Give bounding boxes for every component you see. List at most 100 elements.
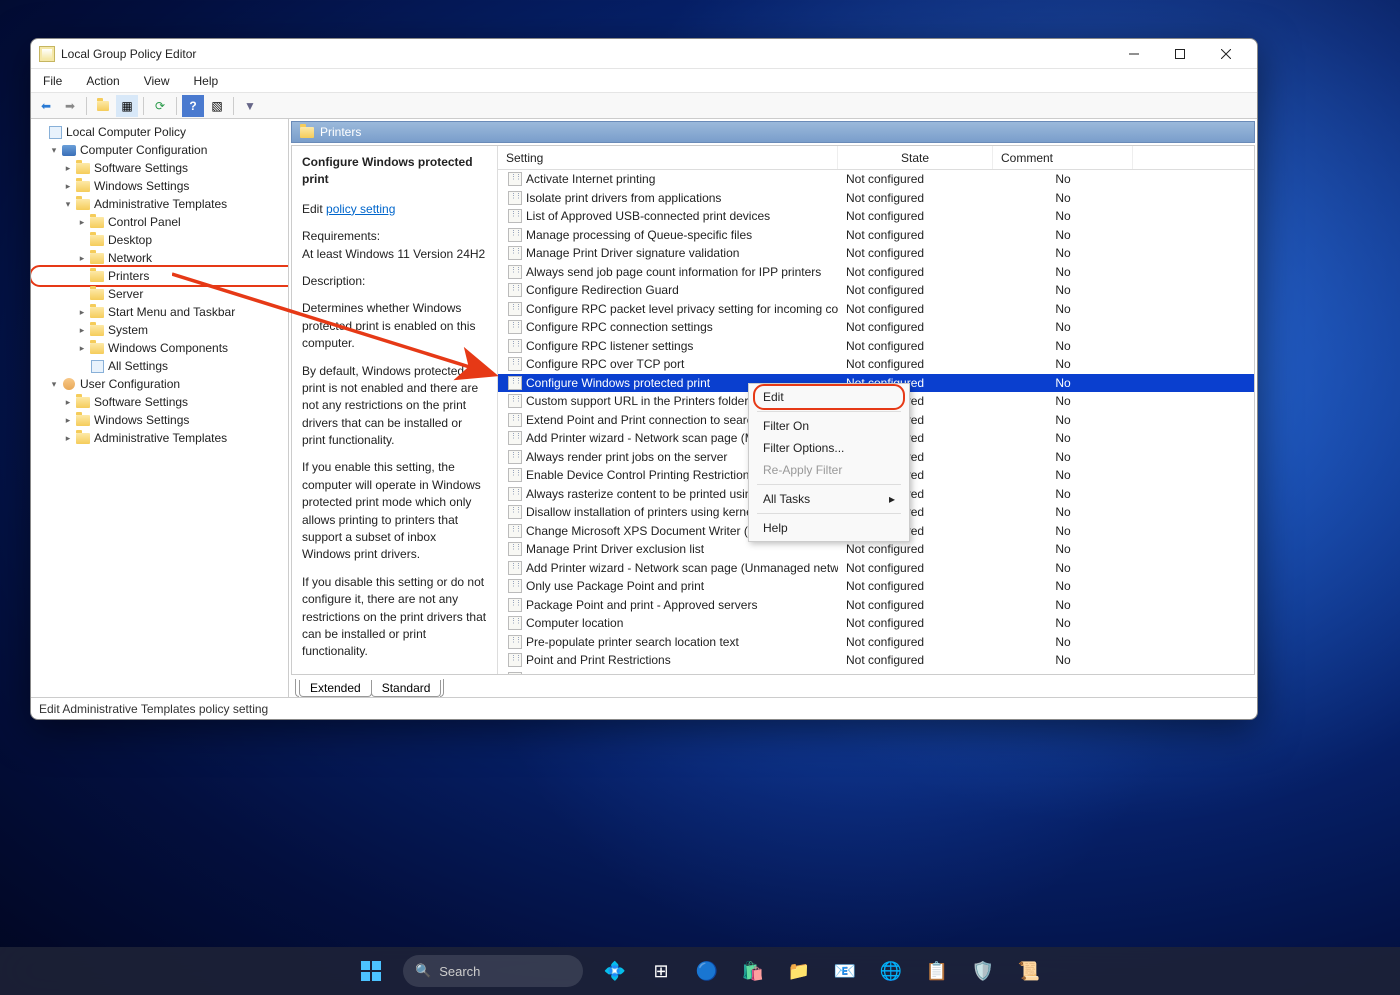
tree-item[interactable]: ▸System <box>33 321 286 339</box>
list-row[interactable]: Execute print drivers in isolated proces… <box>498 670 1254 675</box>
taskbar-store[interactable]: 🛍️ <box>733 951 773 991</box>
breadcrumb: Printers <box>291 121 1255 143</box>
body: Local Computer Policy ▾Computer Configur… <box>31 119 1257 697</box>
list-row[interactable]: Always send job page count information f… <box>498 263 1254 282</box>
ctx-filter-on[interactable]: Filter On <box>749 415 909 437</box>
tab-extended[interactable]: Extended <box>299 680 372 697</box>
tree-item[interactable]: Server <box>33 285 286 303</box>
menu-help[interactable]: Help <box>190 72 223 90</box>
window-title: Local Group Policy Editor <box>61 47 196 61</box>
tree-item[interactable]: ▸Control Panel <box>33 213 286 231</box>
back-button[interactable]: ⬅ <box>35 95 57 117</box>
policy-icon <box>508 191 522 205</box>
taskbar[interactable]: 🔍Search 💠 ⊞ 🔵 🛍️ 📁 📧 🌐 📋 🛡️ 📜 <box>0 947 1400 995</box>
separator <box>757 513 901 514</box>
list-row[interactable]: Activate Internet printingNot configured… <box>498 170 1254 189</box>
tree-item[interactable]: ▸Software Settings <box>33 159 286 177</box>
tree-item[interactable]: ▸Windows Settings <box>33 411 286 429</box>
tree-item[interactable]: ▸Administrative Templates <box>33 429 286 447</box>
taskbar-edge[interactable]: 🔵 <box>687 951 727 991</box>
tree-item[interactable]: ▸Windows Components <box>33 339 286 357</box>
taskbar-outlook[interactable]: 📧 <box>825 951 865 991</box>
filter-button[interactable]: ▼ <box>239 95 261 117</box>
list-row[interactable]: Computer locationNot configuredNo <box>498 614 1254 633</box>
tab-standard[interactable]: Standard <box>371 680 442 697</box>
list-row[interactable]: Configure RPC connection settingsNot con… <box>498 318 1254 337</box>
taskbar-notes[interactable]: 📋 <box>917 951 957 991</box>
taskbar-copilot[interactable]: 💠 <box>595 951 635 991</box>
ctx-edit[interactable]: Edit <box>749 386 909 408</box>
col-setting[interactable]: Setting <box>498 146 838 169</box>
tree-printers[interactable]: Printers <box>33 267 286 285</box>
list-row[interactable]: Point and Print RestrictionsNot configur… <box>498 651 1254 670</box>
taskbar-gpedit[interactable]: 📜 <box>1009 951 1049 991</box>
app-icon <box>39 46 55 62</box>
help-button[interactable]: ? <box>182 95 204 117</box>
forward-button[interactable]: ➡ <box>59 95 81 117</box>
menu-view[interactable]: View <box>140 72 174 90</box>
taskbar-taskview[interactable]: ⊞ <box>641 951 681 991</box>
policy-icon <box>508 265 522 279</box>
tree-pane[interactable]: Local Computer Policy ▾Computer Configur… <box>31 119 289 697</box>
context-menu: Edit Filter On Filter Options... Re-Appl… <box>748 383 910 542</box>
policy-icon <box>508 209 522 223</box>
list-row[interactable]: Isolate print drivers from applicationsN… <box>498 189 1254 208</box>
col-comment[interactable]: Comment <box>993 146 1133 169</box>
taskbar-chrome[interactable]: 🌐 <box>871 951 911 991</box>
titlebar[interactable]: Local Group Policy Editor <box>31 39 1257 69</box>
tree-root[interactable]: Local Computer Policy <box>33 123 286 141</box>
up-button[interactable] <box>92 95 114 117</box>
tree-item[interactable]: ▸Start Menu and Taskbar <box>33 303 286 321</box>
tree-item[interactable]: ▸Windows Settings <box>33 177 286 195</box>
policy-icon <box>508 450 522 464</box>
taskbar-security[interactable]: 🛡️ <box>963 951 1003 991</box>
search-icon: 🔍 <box>415 963 431 979</box>
list-row[interactable]: Manage Print Driver signature validation… <box>498 244 1254 263</box>
tree-admin-templates[interactable]: ▾Administrative Templates <box>33 195 286 213</box>
ctx-all-tasks[interactable]: All Tasks▸ <box>749 488 909 510</box>
taskbar-search[interactable]: 🔍Search <box>403 955 583 987</box>
list-row[interactable]: Manage Print Driver exclusion listNot co… <box>498 540 1254 559</box>
menu-file[interactable]: File <box>39 72 66 90</box>
separator <box>86 97 87 115</box>
tree-user-config[interactable]: ▾User Configuration <box>33 375 286 393</box>
tree-item[interactable]: All Settings <box>33 357 286 375</box>
list-row[interactable]: Only use Package Point and printNot conf… <box>498 577 1254 596</box>
policy-icon <box>508 561 522 575</box>
list-row[interactable]: Package Point and print - Approved serve… <box>498 596 1254 615</box>
ctx-filter-options[interactable]: Filter Options... <box>749 437 909 459</box>
list-row[interactable]: Configure RPC listener settingsNot confi… <box>498 337 1254 356</box>
list-row[interactable]: Configure Redirection GuardNot configure… <box>498 281 1254 300</box>
tree-item[interactable]: ▸Software Settings <box>33 393 286 411</box>
chevron-right-icon: ▸ <box>889 492 895 506</box>
policy-icon <box>508 302 522 316</box>
list-row[interactable]: Pre-populate printer search location tex… <box>498 633 1254 652</box>
policy-icon <box>508 487 522 501</box>
list-row[interactable]: Manage processing of Queue-specific file… <box>498 226 1254 245</box>
menu-action[interactable]: Action <box>82 72 123 90</box>
list-row[interactable]: Configure RPC over TCP portNot configure… <box>498 355 1254 374</box>
edit-policy-link[interactable]: policy setting <box>326 202 395 216</box>
ctx-help[interactable]: Help <box>749 517 909 539</box>
show-hide-button[interactable]: ▦ <box>116 95 138 117</box>
col-state[interactable]: State <box>838 146 993 169</box>
refresh-button[interactable]: ⟳ <box>149 95 171 117</box>
list-row[interactable]: Add Printer wizard - Network scan page (… <box>498 559 1254 578</box>
policy-icon <box>508 542 522 556</box>
tree-comp-config[interactable]: ▾Computer Configuration <box>33 141 286 159</box>
policy-icon <box>508 413 522 427</box>
list-row[interactable]: Configure RPC packet level privacy setti… <box>498 300 1254 319</box>
toolbar: ⬅ ➡ ▦ ⟳ ? ▧ ▼ <box>31 93 1257 119</box>
tree-item[interactable]: Desktop <box>33 231 286 249</box>
list-row[interactable]: List of Approved USB-connected print dev… <box>498 207 1254 226</box>
start-button[interactable] <box>351 951 391 991</box>
close-button[interactable] <box>1203 39 1249 69</box>
properties-button[interactable]: ▧ <box>206 95 228 117</box>
policy-icon <box>508 357 522 371</box>
menubar: File Action View Help <box>31 69 1257 93</box>
minimize-button[interactable] <box>1111 39 1157 69</box>
list-header[interactable]: Setting State Comment <box>498 146 1254 170</box>
maximize-button[interactable] <box>1157 39 1203 69</box>
taskbar-explorer[interactable]: 📁 <box>779 951 819 991</box>
tree-item[interactable]: ▸Network <box>33 249 286 267</box>
